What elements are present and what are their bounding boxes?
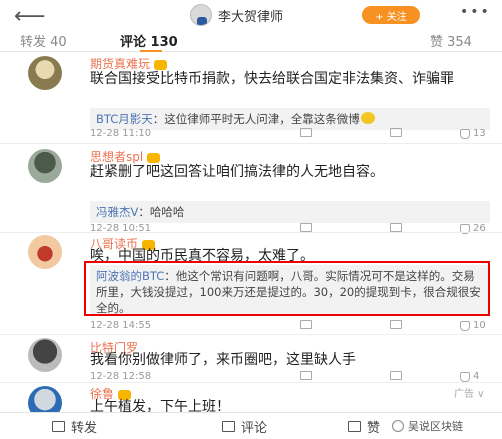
comment-text: 我看你别做律师了，来币圈吧，这里缺人手: [90, 352, 356, 368]
thumbs-up-icon: [348, 421, 361, 432]
comment-text: 赶紧删了吧这回答让咱们搞法律的人无地自容。: [90, 164, 384, 180]
repost-action[interactable]: [300, 223, 315, 232]
bottom-comment-button[interactable]: 评论: [222, 417, 267, 436]
thumbs-up-icon: [460, 371, 470, 382]
comment-text: 联合国接受比特币捐款，快去给联合国定非法集资、诈骗罪: [90, 71, 454, 87]
repost-icon: [300, 320, 312, 329]
repost-icon: [300, 371, 312, 380]
reply-text: ：哈哈哈: [138, 205, 185, 219]
comment-icon: [222, 421, 235, 432]
laugh-emoji-icon: [360, 112, 375, 124]
reply-action[interactable]: [390, 371, 405, 380]
comment-time: 12-28 11:10: [90, 128, 152, 139]
active-tab-indicator: [140, 50, 162, 52]
author-header[interactable]: 李大贺律师: [190, 4, 283, 26]
comment-icon: [390, 371, 402, 380]
avatar[interactable]: [28, 149, 62, 183]
tab-like[interactable]: 赞 354: [430, 31, 472, 50]
reply-action[interactable]: [390, 223, 405, 232]
vip-badge-icon: [147, 152, 161, 163]
bottom-repost-button[interactable]: 转发: [52, 417, 97, 436]
repost-action[interactable]: [300, 371, 315, 380]
divider: [0, 334, 502, 335]
avatar[interactable]: [28, 56, 62, 90]
tab-repost[interactable]: 转发 40: [20, 31, 67, 50]
divider: [0, 232, 502, 233]
thumbs-up-icon: [460, 128, 470, 139]
wechat-icon: [392, 420, 404, 432]
comment-icon: [390, 320, 402, 329]
reply-author[interactable]: BTC月影天: [96, 112, 153, 126]
like-count: 10: [473, 320, 486, 331]
repost-icon: [300, 223, 312, 232]
commenter-name-text[interactable]: 期货真难玩: [90, 57, 150, 71]
repost-icon: [52, 421, 65, 432]
vip-badge-icon: [154, 59, 168, 70]
follow-button[interactable]: + 关注: [362, 6, 420, 24]
comment-time: 12-28 14:55: [90, 320, 152, 331]
bottom-like-label: 赞: [367, 421, 381, 436]
comment-icon: [390, 128, 402, 137]
repost-icon: [300, 128, 312, 137]
comment-meta: 12-28 11:10 13: [90, 128, 490, 139]
repost-action[interactable]: [300, 128, 315, 137]
top-nav-bar: ⟵ 李大贺律师 + 关注 •••: [0, 0, 502, 30]
arrow-left-icon[interactable]: ⟵: [14, 4, 46, 29]
author-avatar[interactable]: [190, 4, 212, 26]
comment-time: 12-28 12:58: [90, 371, 152, 382]
weibo-comments-page: ⟵ 李大贺律师 + 关注 ••• 转发 40 评论 130 赞 354 期货真难…: [0, 0, 502, 439]
reply-box[interactable]: 冯雅杰V：哈哈哈: [90, 201, 490, 223]
bottom-comment-label: 评论: [241, 421, 268, 436]
like-action[interactable]: 13: [460, 128, 486, 139]
watermark: 吴说区块链: [392, 418, 463, 434]
comment-meta: 12-28 14:55 10: [90, 320, 490, 331]
avatar[interactable]: [28, 235, 62, 269]
divider: [0, 143, 502, 144]
bottom-like-button[interactable]: 赞: [348, 417, 380, 436]
tab-bar: 转发 40 评论 130 赞 354: [0, 30, 502, 52]
reply-action[interactable]: [390, 128, 405, 137]
more-icon[interactable]: •••: [460, 4, 491, 20]
highlight-box: [84, 261, 490, 316]
thumbs-up-icon: [460, 320, 470, 331]
bottom-repost-label: 转发: [71, 421, 98, 436]
like-count: 13: [473, 128, 486, 139]
avatar[interactable]: [28, 338, 62, 372]
reply-box[interactable]: BTC月影天：这位律师平时无人问津，全靠这条微博: [90, 108, 490, 130]
author-name[interactable]: 李大贺律师: [218, 6, 283, 25]
repost-action[interactable]: [300, 320, 315, 329]
like-action[interactable]: 4: [460, 371, 479, 382]
watermark-text: 吴说区块链: [408, 420, 463, 433]
tab-comment[interactable]: 评论 130: [120, 31, 178, 50]
commenter-name-text[interactable]: 思想者spl: [90, 150, 143, 164]
divider: [0, 382, 502, 383]
comment-meta: 12-28 12:58 4: [90, 371, 490, 382]
like-count: 4: [473, 371, 480, 382]
like-action[interactable]: 10: [460, 320, 486, 331]
comment-icon: [390, 223, 402, 232]
reply-text: ：这位律师平时无人问津，全靠这条微博: [152, 112, 360, 126]
reply-action[interactable]: [390, 320, 405, 329]
reply-author[interactable]: 冯雅杰V: [96, 205, 138, 219]
